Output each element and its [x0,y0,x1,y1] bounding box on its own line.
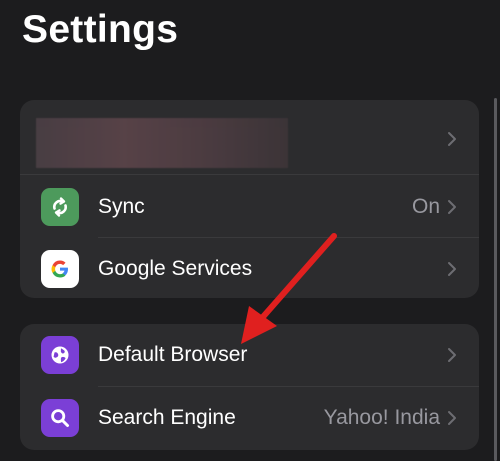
blurred-profile-name [36,118,288,168]
chevron-right-icon [448,132,456,146]
sync-icon [41,188,79,226]
search-engine-label: Search Engine [98,406,236,429]
chevron-right-icon [448,348,456,362]
search-engine-value: Yahoo! India [323,406,440,429]
profile-row[interactable] [20,104,479,174]
google-logo-icon [41,250,79,288]
browser-settings-group: Default Browser Search Engine Yahoo! Ind… [20,324,479,450]
chevron-right-icon [448,200,456,214]
google-services-row[interactable]: Google Services [20,238,479,298]
google-services-label: Google Services [98,257,253,280]
scrollbar[interactable] [494,98,497,461]
globe-icon [41,336,79,374]
page-title: Settings [22,8,179,51]
search-icon [41,399,79,437]
account-settings-group: Sync On Google Services [20,100,479,298]
default-browser-row[interactable]: Default Browser [20,324,479,386]
default-browser-label: Default Browser [98,343,248,366]
sync-row[interactable]: Sync On [20,176,479,238]
divider [20,174,479,175]
sync-label: Sync [98,195,145,218]
search-engine-row[interactable]: Search Engine Yahoo! India [20,387,479,449]
sync-status: On [411,195,440,218]
chevron-right-icon [448,262,456,276]
chevron-right-icon [448,411,456,425]
